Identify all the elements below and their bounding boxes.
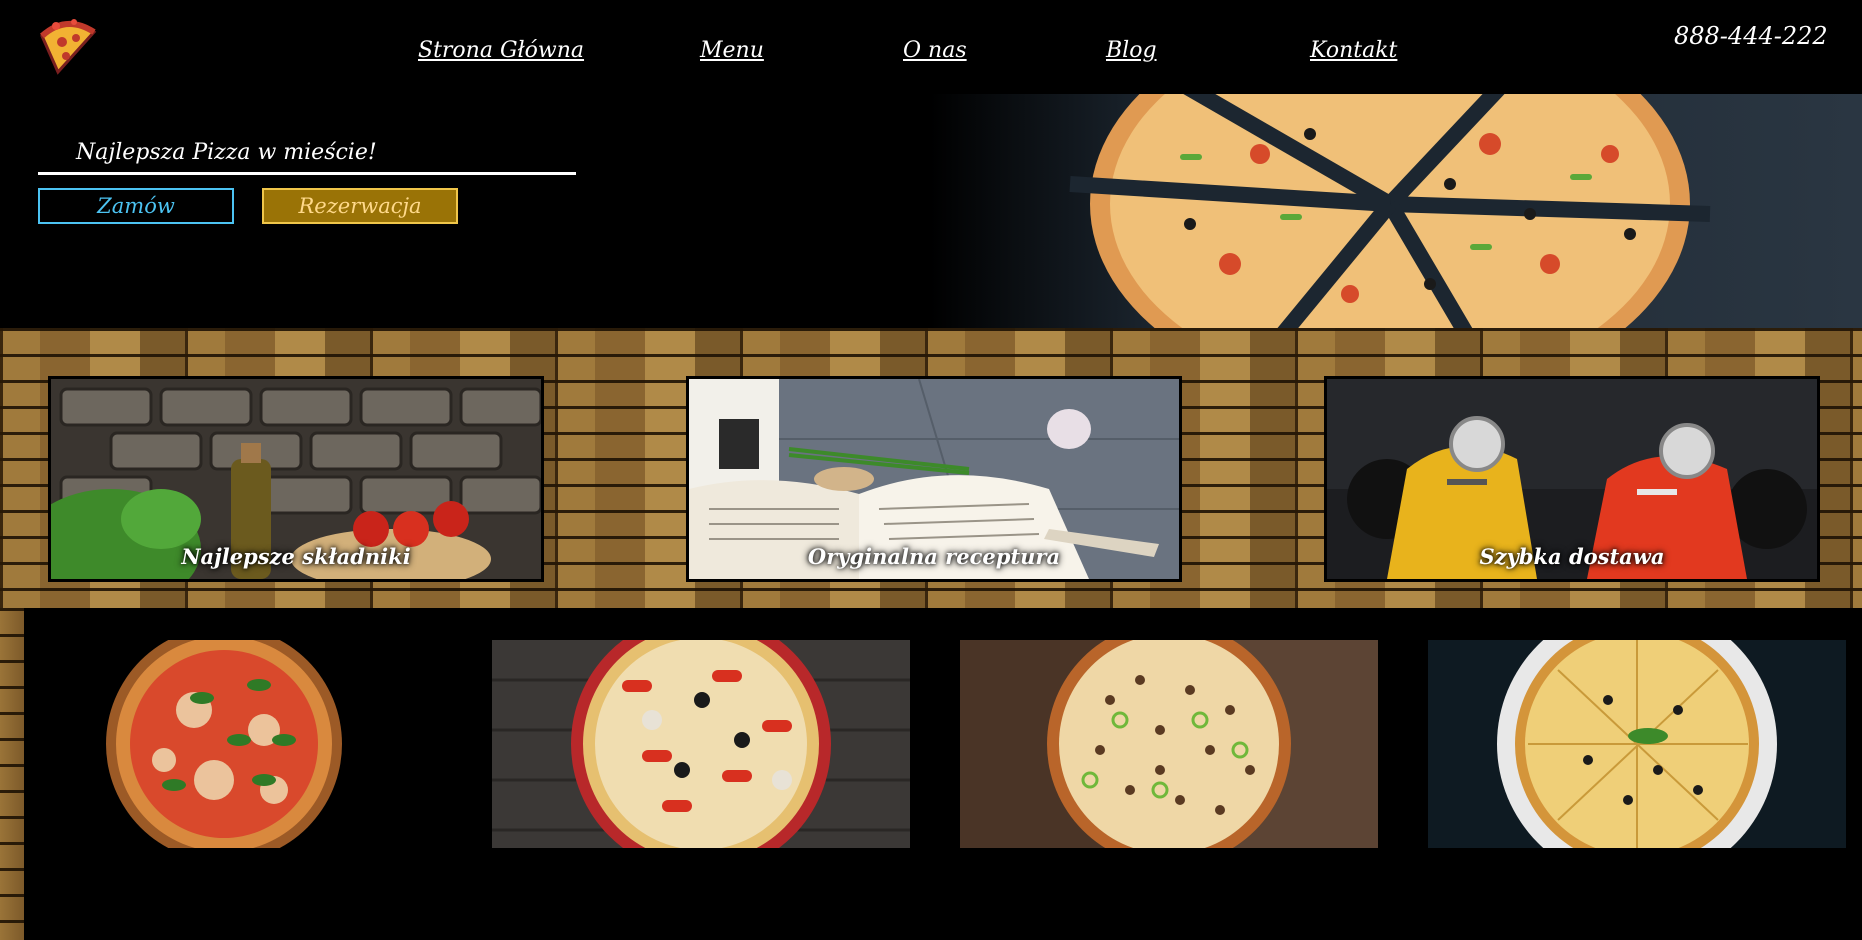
- feature-card-delivery[interactable]: Szybka dostawa: [1324, 376, 1820, 582]
- feature-title: Najlepsze składniki: [181, 544, 411, 569]
- nav-item-about[interactable]: O nas: [903, 38, 967, 63]
- phone-number: 888-444-222: [1674, 22, 1828, 50]
- feature-card-recipe[interactable]: Oryginalna receptura: [686, 376, 1182, 582]
- wood-background-edge: [0, 608, 24, 940]
- nav-item-contact[interactable]: Kontakt: [1310, 38, 1397, 63]
- pizza-image-meat[interactable]: [960, 640, 1378, 848]
- pizza-gallery: [24, 610, 1846, 940]
- feature-card-ingredients[interactable]: Najlepsze składniki: [48, 376, 544, 582]
- hero-pizza-image: [930, 94, 1862, 328]
- nav-item-blog[interactable]: Blog: [1106, 38, 1157, 63]
- pizza-image-cheese[interactable]: [1428, 640, 1846, 848]
- hero-tagline: Najlepsza Pizza w mieście!: [76, 140, 377, 165]
- feature-title: Oryginalna receptura: [807, 544, 1061, 569]
- reservation-button[interactable]: Rezerwacja: [262, 188, 458, 224]
- pizza-image-capricciosa[interactable]: [492, 640, 910, 848]
- main-nav: Strona Główna Menu O nas Blog Kontakt: [0, 38, 1862, 74]
- nav-item-home[interactable]: Strona Główna: [418, 38, 584, 63]
- order-button[interactable]: Zamów: [38, 188, 234, 224]
- pizza-image-margherita[interactable]: [24, 640, 442, 848]
- nav-item-menu[interactable]: Menu: [700, 38, 764, 63]
- tagline-divider: [38, 172, 576, 175]
- feature-title: Szybka dostawa: [1479, 544, 1665, 569]
